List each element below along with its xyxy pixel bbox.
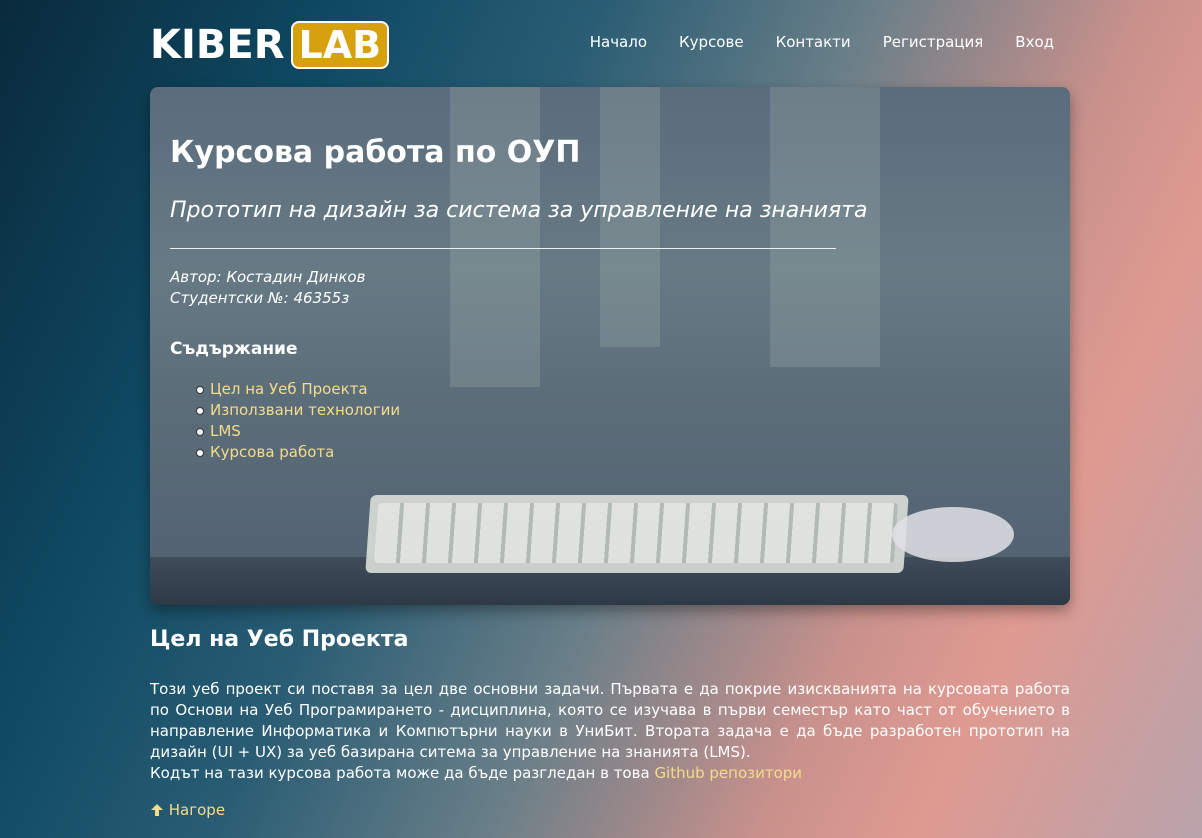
toc-item: Курсова работа [196,442,1050,463]
toc-link-technologies[interactable]: Използвани технологии [210,401,400,419]
page-subtitle: Прототип на дизайн за система за управле… [170,198,868,223]
nav-home[interactable]: Начало [590,33,647,51]
logo[interactable]: KIBER LAB [150,20,390,70]
logo-text: KIBER [150,22,285,68]
page-container: KIBER LAB Начало Курсове Контакти Регист… [150,0,1070,819]
toc-link-coursework[interactable]: Курсова работа [210,443,334,461]
arrow-up-icon [151,804,163,816]
nav-courses[interactable]: Курсове [679,33,744,51]
author-name: Автор: Костадин Динков [170,268,366,286]
toc-item: Цел на Уеб Проекта [196,379,1050,400]
site-header: KIBER LAB Начало Курсове Контакти Регист… [150,0,1070,87]
section-heading: Цел на Уеб Проекта [150,627,409,652]
goal-section: Цел на Уеб Проекта Този уеб проект си по… [150,627,1070,819]
divider [170,248,836,249]
table-of-contents: Цел на Уеб Проекта Използвани технологии… [170,379,1050,463]
toc-link-lms[interactable]: LMS [210,422,241,440]
hero-keyboard-keys [373,503,899,563]
back-to-top-label: Нагоре [168,801,226,819]
section-paragraph: Този уеб проект си поставя за цел две ос… [150,679,1070,784]
page-title: Курсова работа по ОУП [170,135,581,170]
back-to-top-link[interactable]: Нагоре [150,801,1070,819]
toc-item: LMS [196,421,1050,442]
toc-link-goal[interactable]: Цел на Уеб Проекта [210,380,368,398]
toc-title: Съдържание [170,339,298,359]
logo-badge: LAB [290,21,390,69]
repo-text: Кодът на тази курсова работа може да бъд… [150,764,650,782]
hero-banner: Курсова работа по ОУП Прототип на дизайн… [150,87,1070,605]
section-text: Този уеб проект си поставя за цел две ос… [150,680,1070,761]
author-info: Автор: Костадин Динков Студентски №: 463… [170,267,1050,309]
nav-login[interactable]: Вход [1015,33,1054,51]
main-nav: Начало Курсове Контакти Регистрация Вход [558,33,1054,51]
student-number: Студентски №: 46355з [170,289,350,307]
nav-contacts[interactable]: Контакти [776,33,851,51]
toc-item: Използвани технологии [196,400,1050,421]
github-repo-link[interactable]: Github репозитори [654,764,802,782]
hero-content: Курсова работа по ОУП Прототип на дизайн… [170,87,1050,463]
hero-mouse-image [892,507,1014,562]
nav-register[interactable]: Регистрация [883,33,984,51]
